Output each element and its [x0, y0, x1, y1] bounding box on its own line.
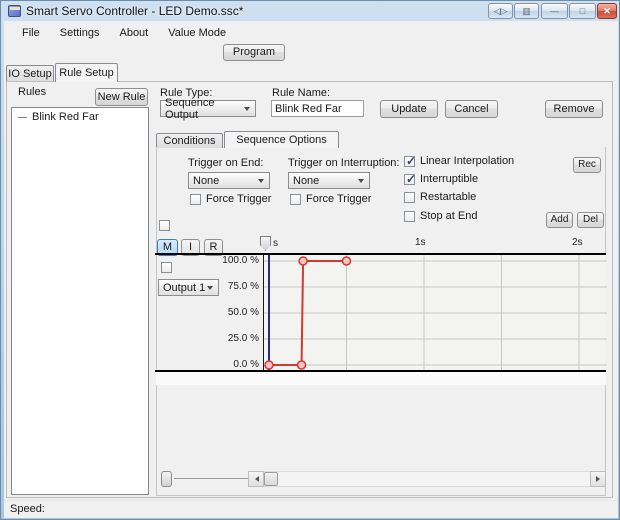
arrow-left-icon	[252, 476, 259, 482]
force-trigger-interruption-checkbox[interactable]	[290, 194, 301, 205]
trigger-on-interruption-value: None	[293, 174, 320, 187]
tab-sequence-options[interactable]: Sequence Options	[224, 131, 339, 148]
ruler-tick-2: 2s	[572, 237, 583, 248]
force-trigger-interruption-label: Force Trigger	[306, 193, 372, 205]
grid-icon: ▥	[522, 6, 531, 16]
menu-value-mode[interactable]: Value Mode	[158, 24, 236, 42]
channel-checkbox[interactable]	[161, 262, 172, 273]
ruler-tick-1: 1s	[415, 237, 426, 248]
unlabeled-checkbox[interactable]	[159, 220, 170, 231]
status-speed-label: Speed:	[10, 503, 45, 515]
stop-at-end-label: Stop at End	[420, 210, 478, 222]
sequence-plot[interactable]	[263, 255, 607, 370]
y-tick-25: 25.0 %	[227, 333, 259, 344]
list-item[interactable]: Blink Red Far	[12, 108, 148, 123]
chevron-down-icon	[358, 179, 364, 186]
window-title: Smart Servo Controller - LED Demo.ssc*	[26, 4, 244, 18]
trigger-on-interruption-label: Trigger on Interruption:	[288, 157, 400, 169]
restartable-checkbox[interactable]	[404, 192, 415, 203]
rule-type-value: Sequence Output	[165, 96, 215, 121]
compare-icon: ◁▷	[493, 6, 508, 16]
titlebar-extra-button-2[interactable]: ▥	[514, 3, 539, 19]
interruptible-label: Interruptible	[420, 173, 479, 185]
y-tick-50: 50.0 %	[227, 307, 259, 318]
zoom-slider-thumb[interactable]	[161, 471, 172, 487]
status-bar: Speed:	[4, 500, 618, 517]
program-button[interactable]: Program	[223, 44, 285, 61]
tab-io-setup[interactable]: IO Setup	[6, 65, 54, 82]
titlebar-extra-button-1[interactable]: ◁▷	[488, 3, 513, 19]
close-icon: ✕	[603, 6, 611, 16]
menu-about[interactable]: About	[109, 24, 158, 42]
timeline-scrollbar[interactable]	[248, 471, 606, 487]
app-icon	[8, 5, 21, 17]
minimize-icon: —	[550, 6, 559, 16]
interruptible-checkbox[interactable]	[404, 172, 416, 186]
trigger-on-end-select[interactable]: None	[188, 172, 270, 189]
minimize-button[interactable]: —	[541, 3, 568, 19]
y-tick-100: 100.0 %	[222, 255, 259, 266]
scroll-left-button[interactable]	[248, 471, 264, 487]
scroll-right-button[interactable]	[590, 471, 606, 487]
menu-settings[interactable]: Settings	[50, 24, 110, 42]
output-select-value: Output 1	[163, 281, 206, 294]
rules-panel-title: Rules	[18, 86, 47, 98]
chevron-down-icon	[244, 107, 250, 114]
rule-item-label: Blink Red Far	[32, 111, 99, 123]
remove-button[interactable]: Remove	[545, 100, 603, 118]
new-rule-button[interactable]: New Rule	[95, 88, 148, 106]
tree-node-glyph	[18, 116, 27, 118]
del-button[interactable]: Del	[577, 212, 604, 228]
restartable-label: Restartable	[420, 191, 477, 203]
chart-footer-strip	[156, 372, 606, 385]
y-tick-75: 75.0 %	[227, 281, 259, 292]
cancel-button[interactable]: Cancel	[445, 100, 498, 118]
rule-name-field[interactable]	[271, 100, 364, 117]
trigger-on-interruption-select[interactable]: None	[288, 172, 370, 189]
maximize-icon: □	[579, 6, 586, 16]
close-button[interactable]: ✕	[597, 3, 617, 19]
sequence-plot-svg	[264, 255, 607, 370]
rec-button[interactable]: Rec	[573, 157, 601, 173]
application-window: Smart Servo Controller - LED Demo.ssc* ◁…	[0, 0, 620, 520]
ruler-tick-0: s	[273, 238, 278, 249]
trigger-on-end-value: None	[193, 174, 220, 187]
trigger-on-end-label: Trigger on End:	[188, 157, 264, 169]
rule-name-label: Rule Name:	[272, 87, 331, 99]
menu-bar: File Settings About Value Mode	[4, 22, 618, 43]
rules-list[interactable]: Blink Red Far	[11, 107, 149, 495]
tab-conditions[interactable]: Conditions	[156, 133, 223, 148]
force-trigger-end-checkbox[interactable]	[190, 194, 201, 205]
linear-interpolation-checkbox[interactable]	[404, 154, 416, 168]
linear-interpolation-label: Linear Interpolation	[420, 155, 515, 167]
titlebar[interactable]: Smart Servo Controller - LED Demo.ssc* ◁…	[1, 1, 619, 21]
zoom-slider-track[interactable]	[174, 478, 248, 479]
add-button[interactable]: Add	[546, 212, 573, 228]
output-select[interactable]: Output 1	[158, 279, 219, 296]
menu-file[interactable]: File	[12, 24, 50, 42]
maximize-button[interactable]: □	[569, 3, 596, 19]
rule-type-select[interactable]: Sequence Output	[160, 97, 256, 121]
stop-at-end-checkbox[interactable]	[404, 211, 415, 222]
chevron-down-icon	[258, 179, 264, 186]
arrow-right-icon	[595, 476, 603, 482]
y-tick-0: 0.0 %	[233, 359, 259, 370]
timeline-scrollbar-thumb[interactable]	[264, 472, 278, 486]
update-button[interactable]: Update	[380, 100, 438, 118]
tab-rule-setup[interactable]: Rule Setup	[55, 63, 118, 82]
force-trigger-end-label: Force Trigger	[206, 193, 272, 205]
